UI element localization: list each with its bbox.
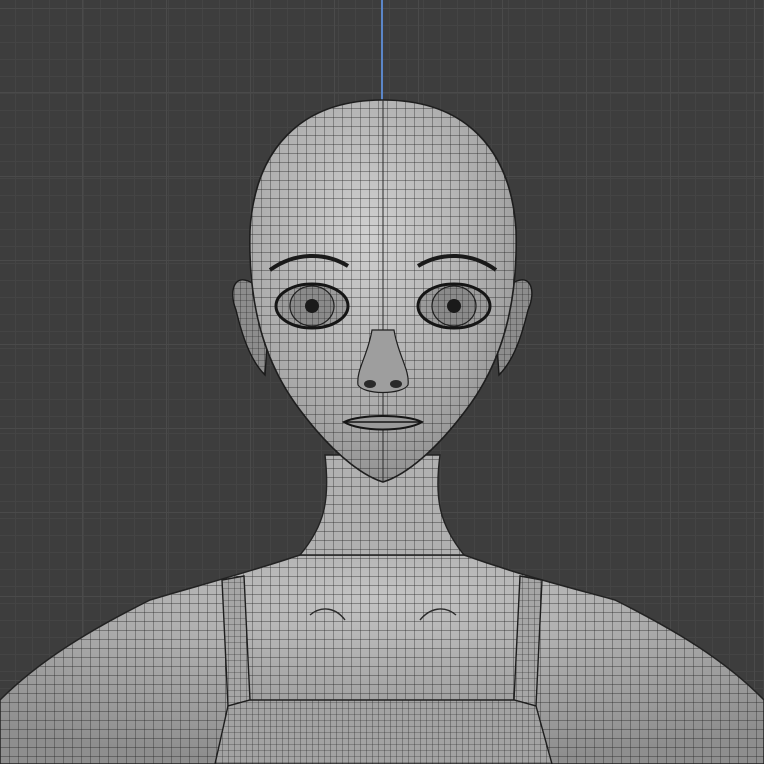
left-eye [274, 282, 350, 330]
3d-viewport[interactable] [0, 0, 764, 764]
character-mesh[interactable] [0, 0, 764, 764]
right-eye [416, 282, 492, 330]
mouth [341, 415, 425, 431]
